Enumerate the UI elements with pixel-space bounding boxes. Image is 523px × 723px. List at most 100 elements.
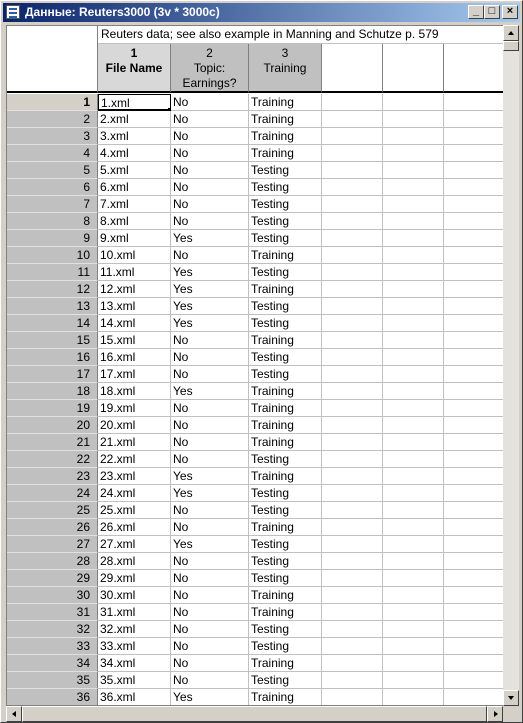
cell-training[interactable]: Training: [249, 587, 322, 604]
sheet-info-header[interactable]: Reuters data; see also example in Mannin…: [98, 26, 503, 44]
column-header-3[interactable]: 3 Training: [249, 44, 322, 93]
empty-cell[interactable]: [322, 587, 383, 604]
cell-file-name[interactable]: 20.xml: [98, 417, 171, 434]
cell-topic-earnings[interactable]: No: [171, 655, 249, 672]
row-number[interactable]: 26: [7, 519, 98, 536]
cell-file-name[interactable]: 25.xml: [98, 502, 171, 519]
empty-cell[interactable]: [383, 689, 444, 705]
row-number[interactable]: 13: [7, 298, 98, 315]
cell-topic-earnings[interactable]: Yes: [171, 383, 249, 400]
empty-cell[interactable]: [383, 621, 444, 638]
empty-cell[interactable]: [383, 417, 444, 434]
row-number[interactable]: 33: [7, 638, 98, 655]
empty-cell[interactable]: [383, 247, 444, 264]
title-bar[interactable]: Данные: Reuters3000 (3v * 3000c) _ □ ×: [3, 3, 520, 22]
cell-training[interactable]: Training: [249, 400, 322, 417]
maximize-button[interactable]: □: [484, 5, 500, 19]
cell-training[interactable]: Training: [249, 145, 322, 162]
cell-file-name[interactable]: 7.xml: [98, 196, 171, 213]
empty-cell[interactable]: [322, 179, 383, 196]
cell-training[interactable]: Testing: [249, 230, 322, 247]
cell-file-name[interactable]: 5.xml: [98, 162, 171, 179]
empty-cell[interactable]: [444, 383, 503, 400]
empty-cell[interactable]: [444, 111, 503, 128]
cell-topic-earnings[interactable]: Yes: [171, 485, 249, 502]
empty-cell[interactable]: [322, 264, 383, 281]
empty-cell[interactable]: [444, 349, 503, 366]
empty-cell[interactable]: [383, 366, 444, 383]
empty-cell[interactable]: [322, 553, 383, 570]
empty-cell[interactable]: [444, 672, 503, 689]
row-number[interactable]: 2: [7, 111, 98, 128]
empty-cell[interactable]: [322, 332, 383, 349]
empty-cell[interactable]: [444, 434, 503, 451]
empty-cell[interactable]: [383, 604, 444, 621]
cell-file-name[interactable]: 14.xml: [98, 315, 171, 332]
empty-cell[interactable]: [383, 400, 444, 417]
cell-training[interactable]: Testing: [249, 570, 322, 587]
cell-topic-earnings[interactable]: Yes: [171, 264, 249, 281]
cell-training[interactable]: Testing: [249, 213, 322, 230]
cell-file-name[interactable]: 10.xml: [98, 247, 171, 264]
empty-cell[interactable]: [444, 128, 503, 145]
empty-cell[interactable]: [322, 298, 383, 315]
row-number[interactable]: 1: [7, 94, 98, 111]
row-number[interactable]: 23: [7, 468, 98, 485]
row-number[interactable]: 34: [7, 655, 98, 672]
row-number[interactable]: 28: [7, 553, 98, 570]
vertical-scroll-thumb[interactable]: [503, 41, 519, 51]
empty-cell[interactable]: [383, 213, 444, 230]
empty-cell[interactable]: [383, 128, 444, 145]
cell-topic-earnings[interactable]: No: [171, 145, 249, 162]
empty-cell[interactable]: [383, 570, 444, 587]
empty-cell[interactable]: [383, 502, 444, 519]
row-number[interactable]: 14: [7, 315, 98, 332]
cell-topic-earnings[interactable]: No: [171, 519, 249, 536]
empty-cell[interactable]: [322, 128, 383, 145]
empty-cell[interactable]: [383, 485, 444, 502]
cell-topic-earnings[interactable]: No: [171, 417, 249, 434]
empty-cell[interactable]: [322, 213, 383, 230]
empty-cell[interactable]: [383, 349, 444, 366]
row-number[interactable]: 6: [7, 179, 98, 196]
row-number[interactable]: 5: [7, 162, 98, 179]
empty-cell[interactable]: [383, 196, 444, 213]
column-header-empty[interactable]: [322, 44, 383, 93]
cell-file-name[interactable]: 1.xml: [98, 94, 171, 111]
empty-cell[interactable]: [444, 502, 503, 519]
cell-topic-earnings[interactable]: No: [171, 366, 249, 383]
empty-cell[interactable]: [383, 111, 444, 128]
empty-cell[interactable]: [322, 468, 383, 485]
cell-training[interactable]: Training: [249, 111, 322, 128]
cell-topic-earnings[interactable]: No: [171, 111, 249, 128]
empty-cell[interactable]: [383, 298, 444, 315]
empty-cell[interactable]: [322, 145, 383, 162]
empty-cell[interactable]: [322, 400, 383, 417]
empty-cell[interactable]: [383, 383, 444, 400]
cell-topic-earnings[interactable]: No: [171, 638, 249, 655]
empty-cell[interactable]: [383, 655, 444, 672]
cell-topic-earnings[interactable]: No: [171, 349, 249, 366]
cell-file-name[interactable]: 4.xml: [98, 145, 171, 162]
cell-topic-earnings[interactable]: No: [171, 502, 249, 519]
minimize-button[interactable]: _: [468, 5, 484, 19]
row-number[interactable]: 35: [7, 672, 98, 689]
row-number[interactable]: 30: [7, 587, 98, 604]
row-number[interactable]: 3: [7, 128, 98, 145]
empty-cell[interactable]: [322, 230, 383, 247]
empty-cell[interactable]: [444, 281, 503, 298]
row-number[interactable]: 9: [7, 230, 98, 247]
empty-cell[interactable]: [322, 570, 383, 587]
cell-topic-earnings[interactable]: No: [171, 247, 249, 264]
cell-training[interactable]: Training: [249, 281, 322, 298]
cell-file-name[interactable]: 6.xml: [98, 179, 171, 196]
row-number[interactable]: 32: [7, 621, 98, 638]
cell-topic-earnings[interactable]: No: [171, 400, 249, 417]
cell-training[interactable]: Training: [249, 655, 322, 672]
cell-topic-earnings[interactable]: Yes: [171, 315, 249, 332]
empty-cell[interactable]: [444, 162, 503, 179]
cell-file-name[interactable]: 12.xml: [98, 281, 171, 298]
empty-cell[interactable]: [383, 162, 444, 179]
cell-training[interactable]: Testing: [249, 536, 322, 553]
empty-cell[interactable]: [383, 672, 444, 689]
